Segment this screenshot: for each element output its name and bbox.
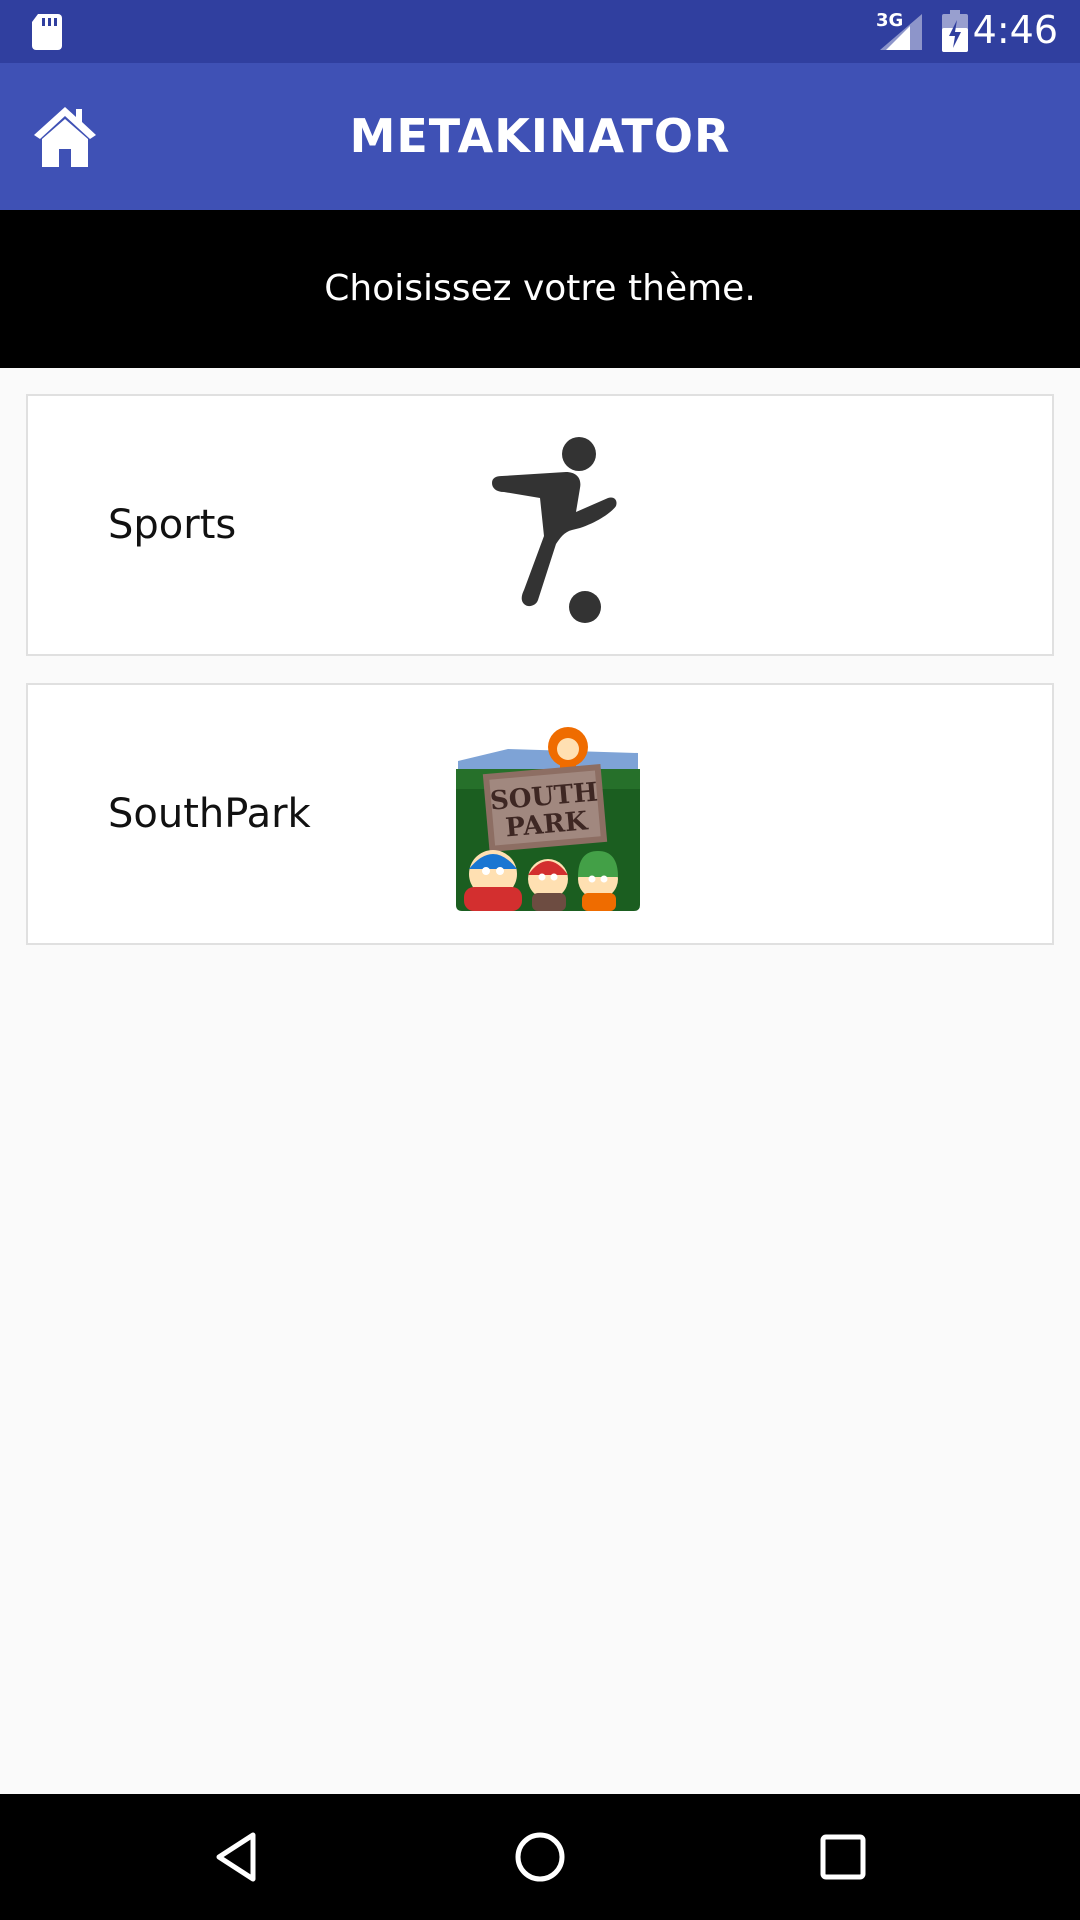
theme-card-southpark[interactable]: SouthPark SOUTH PARK [26, 683, 1054, 945]
status-bar: 3G 4:46 [0, 0, 1080, 63]
navigation-bar [0, 1794, 1080, 1920]
back-triangle-icon[interactable] [207, 1827, 267, 1887]
battery-charging-icon [942, 10, 968, 52]
sd-card-icon [32, 14, 62, 50]
theme-card-sports[interactable]: Sports [26, 394, 1054, 656]
app-bar: METAKINATOR [0, 63, 1080, 210]
home-circle-icon[interactable] [510, 1827, 570, 1887]
recents-square-icon[interactable] [813, 1827, 873, 1887]
screen: 3G 4:46 METAKINATOR Choisissez votre thè… [0, 0, 1080, 1920]
home-icon[interactable] [30, 103, 100, 169]
signal-icon [880, 14, 922, 50]
subtitle-text: Choisissez votre thème. [324, 268, 756, 309]
theme-list: Sports SouthPark SOUTH PARK [26, 394, 1054, 972]
theme-label-sports: Sports [108, 502, 237, 548]
status-clock: 4:46 [972, 8, 1058, 52]
soccer-player-icon [492, 437, 617, 623]
app-title: METAKINATOR [349, 109, 731, 163]
theme-label-southpark: SouthPark [108, 791, 311, 837]
subtitle-banner: Choisissez votre thème. [0, 210, 1080, 368]
southpark-folder-icon: SOUTH PARK [456, 727, 640, 911]
